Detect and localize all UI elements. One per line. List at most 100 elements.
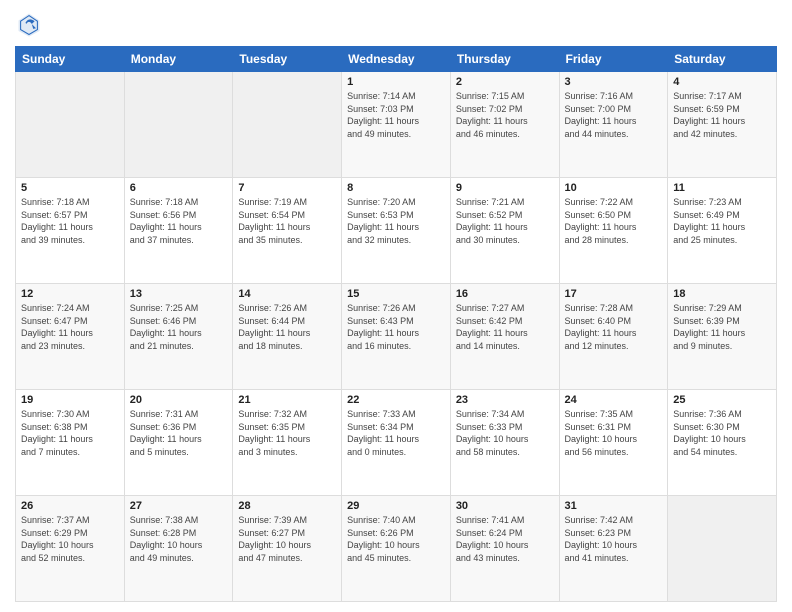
- day-number: 9: [456, 182, 554, 194]
- day-number: 26: [21, 500, 119, 512]
- calendar-header-thursday: Thursday: [450, 47, 559, 72]
- calendar-cell: 16 Sunrise: 7:27 AM Sunset: 6:42 PM Dayli…: [450, 284, 559, 390]
- day-number: 15: [347, 288, 445, 300]
- calendar-cell: 17 Sunrise: 7:28 AM Sunset: 6:40 PM Dayli…: [559, 284, 668, 390]
- calendar-cell: 10 Sunrise: 7:22 AM Sunset: 6:50 PM Dayli…: [559, 178, 668, 284]
- day-info: Sunrise: 7:17 AM Sunset: 6:59 PM Dayligh…: [673, 90, 771, 140]
- calendar-cell: 15 Sunrise: 7:26 AM Sunset: 6:43 PM Dayli…: [342, 284, 451, 390]
- day-number: 18: [673, 288, 771, 300]
- calendar-header-monday: Monday: [124, 47, 233, 72]
- day-info: Sunrise: 7:35 AM Sunset: 6:31 PM Dayligh…: [565, 408, 663, 458]
- calendar-cell: 1 Sunrise: 7:14 AM Sunset: 7:03 PM Daylig…: [342, 72, 451, 178]
- calendar-header-sunday: Sunday: [16, 47, 125, 72]
- day-number: 27: [130, 500, 228, 512]
- calendar-cell: 8 Sunrise: 7:20 AM Sunset: 6:53 PM Daylig…: [342, 178, 451, 284]
- day-info: Sunrise: 7:36 AM Sunset: 6:30 PM Dayligh…: [673, 408, 771, 458]
- day-number: 25: [673, 394, 771, 406]
- day-info: Sunrise: 7:22 AM Sunset: 6:50 PM Dayligh…: [565, 196, 663, 246]
- calendar-cell: 22 Sunrise: 7:33 AM Sunset: 6:34 PM Dayli…: [342, 390, 451, 496]
- calendar-cell: 13 Sunrise: 7:25 AM Sunset: 6:46 PM Dayli…: [124, 284, 233, 390]
- calendar-cell: [124, 72, 233, 178]
- day-info: Sunrise: 7:29 AM Sunset: 6:39 PM Dayligh…: [673, 302, 771, 352]
- day-number: 17: [565, 288, 663, 300]
- calendar-cell: 19 Sunrise: 7:30 AM Sunset: 6:38 PM Dayli…: [16, 390, 125, 496]
- day-number: 24: [565, 394, 663, 406]
- day-info: Sunrise: 7:14 AM Sunset: 7:03 PM Dayligh…: [347, 90, 445, 140]
- day-info: Sunrise: 7:25 AM Sunset: 6:46 PM Dayligh…: [130, 302, 228, 352]
- day-number: 2: [456, 76, 554, 88]
- day-number: 28: [238, 500, 336, 512]
- day-info: Sunrise: 7:41 AM Sunset: 6:24 PM Dayligh…: [456, 514, 554, 564]
- day-info: Sunrise: 7:15 AM Sunset: 7:02 PM Dayligh…: [456, 90, 554, 140]
- page: SundayMondayTuesdayWednesdayThursdayFrid…: [0, 0, 792, 612]
- calendar-header-row: SundayMondayTuesdayWednesdayThursdayFrid…: [16, 47, 777, 72]
- calendar-week-row: 1 Sunrise: 7:14 AM Sunset: 7:03 PM Daylig…: [16, 72, 777, 178]
- day-info: Sunrise: 7:24 AM Sunset: 6:47 PM Dayligh…: [21, 302, 119, 352]
- calendar-cell: 14 Sunrise: 7:26 AM Sunset: 6:44 PM Dayli…: [233, 284, 342, 390]
- calendar-cell: 21 Sunrise: 7:32 AM Sunset: 6:35 PM Dayli…: [233, 390, 342, 496]
- calendar-cell: 2 Sunrise: 7:15 AM Sunset: 7:02 PM Daylig…: [450, 72, 559, 178]
- calendar-cell: 4 Sunrise: 7:17 AM Sunset: 6:59 PM Daylig…: [668, 72, 777, 178]
- day-info: Sunrise: 7:18 AM Sunset: 6:57 PM Dayligh…: [21, 196, 119, 246]
- day-number: 5: [21, 182, 119, 194]
- day-info: Sunrise: 7:26 AM Sunset: 6:43 PM Dayligh…: [347, 302, 445, 352]
- day-number: 8: [347, 182, 445, 194]
- calendar-table: SundayMondayTuesdayWednesdayThursdayFrid…: [15, 46, 777, 602]
- day-number: 13: [130, 288, 228, 300]
- day-info: Sunrise: 7:27 AM Sunset: 6:42 PM Dayligh…: [456, 302, 554, 352]
- day-info: Sunrise: 7:31 AM Sunset: 6:36 PM Dayligh…: [130, 408, 228, 458]
- calendar-cell: [16, 72, 125, 178]
- day-number: 3: [565, 76, 663, 88]
- day-number: 7: [238, 182, 336, 194]
- header: [15, 10, 777, 38]
- day-info: Sunrise: 7:30 AM Sunset: 6:38 PM Dayligh…: [21, 408, 119, 458]
- day-info: Sunrise: 7:23 AM Sunset: 6:49 PM Dayligh…: [673, 196, 771, 246]
- day-info: Sunrise: 7:21 AM Sunset: 6:52 PM Dayligh…: [456, 196, 554, 246]
- day-number: 20: [130, 394, 228, 406]
- day-info: Sunrise: 7:42 AM Sunset: 6:23 PM Dayligh…: [565, 514, 663, 564]
- calendar-week-row: 19 Sunrise: 7:30 AM Sunset: 6:38 PM Dayli…: [16, 390, 777, 496]
- day-number: 4: [673, 76, 771, 88]
- day-info: Sunrise: 7:16 AM Sunset: 7:00 PM Dayligh…: [565, 90, 663, 140]
- calendar-cell: [233, 72, 342, 178]
- day-info: Sunrise: 7:33 AM Sunset: 6:34 PM Dayligh…: [347, 408, 445, 458]
- day-info: Sunrise: 7:18 AM Sunset: 6:56 PM Dayligh…: [130, 196, 228, 246]
- calendar-cell: 9 Sunrise: 7:21 AM Sunset: 6:52 PM Daylig…: [450, 178, 559, 284]
- day-info: Sunrise: 7:19 AM Sunset: 6:54 PM Dayligh…: [238, 196, 336, 246]
- day-info: Sunrise: 7:38 AM Sunset: 6:28 PM Dayligh…: [130, 514, 228, 564]
- day-number: 1: [347, 76, 445, 88]
- logo-icon: [15, 10, 43, 38]
- day-info: Sunrise: 7:39 AM Sunset: 6:27 PM Dayligh…: [238, 514, 336, 564]
- calendar-cell: 12Sunrise: 7:24 AM Sunset: 6:47 PM Dayli…: [16, 284, 125, 390]
- calendar-cell: 26 Sunrise: 7:37 AM Sunset: 6:29 PM Dayli…: [16, 496, 125, 602]
- day-info: Sunrise: 7:20 AM Sunset: 6:53 PM Dayligh…: [347, 196, 445, 246]
- calendar-header-friday: Friday: [559, 47, 668, 72]
- day-info: Sunrise: 7:26 AM Sunset: 6:44 PM Dayligh…: [238, 302, 336, 352]
- calendar-cell: 28 Sunrise: 7:39 AM Sunset: 6:27 PM Dayli…: [233, 496, 342, 602]
- day-number: 11: [673, 182, 771, 194]
- calendar-cell: 29Sunrise: 7:40 AM Sunset: 6:26 PM Dayli…: [342, 496, 451, 602]
- calendar-cell: 23Sunrise: 7:34 AM Sunset: 6:33 PM Dayli…: [450, 390, 559, 496]
- day-info: Sunrise: 7:28 AM Sunset: 6:40 PM Dayligh…: [565, 302, 663, 352]
- day-info: Sunrise: 7:32 AM Sunset: 6:35 PM Dayligh…: [238, 408, 336, 458]
- day-number: 21: [238, 394, 336, 406]
- day-info: Sunrise: 7:34 AM Sunset: 6:33 PM Dayligh…: [456, 408, 554, 458]
- calendar-cell: [668, 496, 777, 602]
- day-number: 30: [456, 500, 554, 512]
- calendar-cell: 3 Sunrise: 7:16 AM Sunset: 7:00 PM Daylig…: [559, 72, 668, 178]
- day-number: 6: [130, 182, 228, 194]
- calendar-cell: 20 Sunrise: 7:31 AM Sunset: 6:36 PM Dayli…: [124, 390, 233, 496]
- day-number: 31: [565, 500, 663, 512]
- day-number: 16: [456, 288, 554, 300]
- calendar-cell: 6 Sunrise: 7:18 AM Sunset: 6:56 PM Daylig…: [124, 178, 233, 284]
- day-info: Sunrise: 7:37 AM Sunset: 6:29 PM Dayligh…: [21, 514, 119, 564]
- calendar-cell: 24 Sunrise: 7:35 AM Sunset: 6:31 PM Dayli…: [559, 390, 668, 496]
- calendar-week-row: 5 Sunrise: 7:18 AM Sunset: 6:57 PM Daylig…: [16, 178, 777, 284]
- calendar-cell: 18 Sunrise: 7:29 AM Sunset: 6:39 PM Dayli…: [668, 284, 777, 390]
- calendar-header-tuesday: Tuesday: [233, 47, 342, 72]
- day-number: 19: [21, 394, 119, 406]
- day-number: 14: [238, 288, 336, 300]
- day-number: 22: [347, 394, 445, 406]
- calendar-week-row: 26 Sunrise: 7:37 AM Sunset: 6:29 PM Dayli…: [16, 496, 777, 602]
- day-number: 10: [565, 182, 663, 194]
